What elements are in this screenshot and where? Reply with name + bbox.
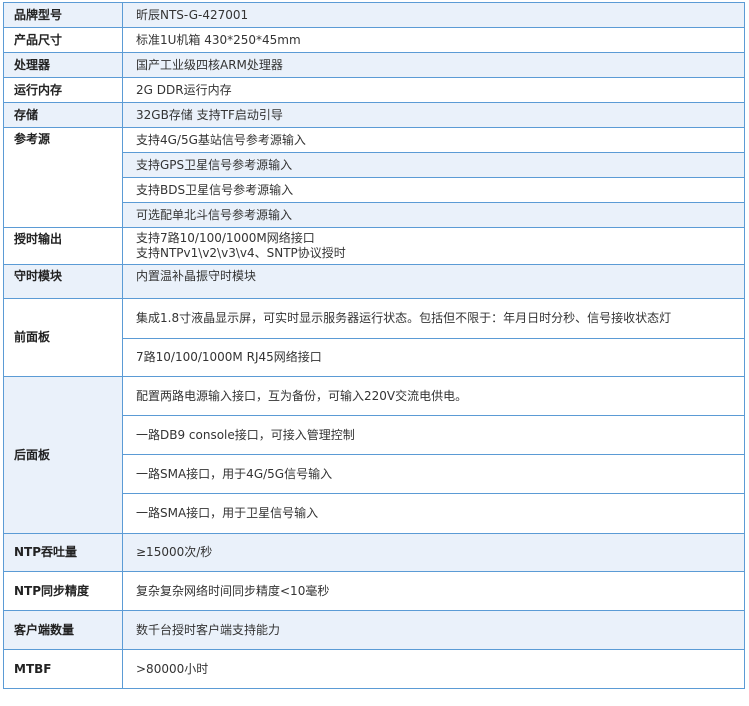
front-panel-item: 集成1.8寸液晶显示屏，可实时显示服务器运行状态。包括但不限于：年月日时分秒、信… xyxy=(122,298,745,339)
value-timing-output: 支持7路10/100/1000M网络接口 支持NTPv1\v2\v3\v4、SN… xyxy=(122,227,745,265)
label-rear-panel: 后面板 xyxy=(3,376,123,534)
row-cpu: 处理器 国产工业级四核ARM处理器 xyxy=(3,52,745,78)
value-clients: 数千台授时客户端支持能力 xyxy=(122,610,745,650)
front-panel-item: 7路10/100/1000M RJ45网络接口 xyxy=(122,338,745,377)
value-ntp-throughput: ≥15000次/秒 xyxy=(122,533,745,572)
reference-item: 可选配单北斗信号参考源输入 xyxy=(122,202,745,228)
value-cpu: 国产工业级四核ARM处理器 xyxy=(122,52,745,78)
value-holdover: 内置温补晶振守时模块 xyxy=(122,264,745,299)
value-mtbf: >80000小时 xyxy=(122,649,745,689)
label-model: 品牌型号 xyxy=(3,2,123,28)
rear-panel-item: 一路SMA接口，用于4G/5G信号输入 xyxy=(122,454,745,494)
label-front-panel: 前面板 xyxy=(3,298,123,377)
row-rear-panel: 后面板 配置两路电源输入接口，互为备份，可输入220V交流电供电。 xyxy=(3,376,745,534)
value-storage: 32GB存储 支持TF启动引导 xyxy=(122,102,745,128)
value-memory: 2G DDR运行内存 xyxy=(122,77,745,103)
rear-panel-item: 一路DB9 console接口，可接入管理控制 xyxy=(122,415,745,455)
row-ntp-precision: NTP同步精度 复杂复杂网络时间同步精度<10毫秒 xyxy=(3,571,745,611)
row-reference: 参考源 支持4G/5G基站信号参考源输入 xyxy=(3,127,745,228)
row-timing-output: 授时输出 支持7路10/100/1000M网络接口 支持NTPv1\v2\v3\… xyxy=(3,227,745,265)
row-storage: 存储 32GB存储 支持TF启动引导 xyxy=(3,102,745,128)
row-ntp-throughput: NTP吞吐量 ≥15000次/秒 xyxy=(3,533,745,572)
label-timing-output: 授时输出 xyxy=(3,227,123,265)
timing-output-line: 支持7路10/100/1000M网络接口 xyxy=(136,231,315,245)
reference-item: 支持BDS卫星信号参考源输入 xyxy=(122,177,745,203)
value-ntp-precision: 复杂复杂网络时间同步精度<10毫秒 xyxy=(122,571,745,611)
label-holdover: 守时模块 xyxy=(3,264,123,299)
value-size: 标准1U机箱 430*250*45mm xyxy=(122,27,745,53)
label-mtbf: MTBF xyxy=(3,649,123,689)
label-ntp-throughput: NTP吞吐量 xyxy=(3,533,123,572)
rear-panel-item: 一路SMA接口，用于卫星信号输入 xyxy=(122,493,745,534)
reference-item: 支持4G/5G基站信号参考源输入 xyxy=(122,127,745,153)
value-model: 昕辰NTS-G-427001 xyxy=(122,2,745,28)
spec-table: 品牌型号 昕辰NTS-G-427001 产品尺寸 标准1U机箱 430*250*… xyxy=(3,2,745,689)
label-reference: 参考源 xyxy=(3,127,123,228)
reference-item: 支持GPS卫星信号参考源输入 xyxy=(122,152,745,178)
label-size: 产品尺寸 xyxy=(3,27,123,53)
label-ntp-precision: NTP同步精度 xyxy=(3,571,123,611)
row-model: 品牌型号 昕辰NTS-G-427001 xyxy=(3,2,745,28)
label-cpu: 处理器 xyxy=(3,52,123,78)
row-size: 产品尺寸 标准1U机箱 430*250*45mm xyxy=(3,27,745,53)
label-storage: 存储 xyxy=(3,102,123,128)
row-front-panel: 前面板 集成1.8寸液晶显示屏，可实时显示服务器运行状态。包括但不限于：年月日时… xyxy=(3,298,745,377)
row-clients: 客户端数量 数千台授时客户端支持能力 xyxy=(3,610,745,650)
rear-panel-item: 配置两路电源输入接口，互为备份，可输入220V交流电供电。 xyxy=(122,376,745,416)
row-memory: 运行内存 2G DDR运行内存 xyxy=(3,77,745,103)
label-clients: 客户端数量 xyxy=(3,610,123,650)
row-holdover: 守时模块 内置温补晶振守时模块 xyxy=(3,264,745,299)
row-mtbf: MTBF >80000小时 xyxy=(3,649,745,689)
label-memory: 运行内存 xyxy=(3,77,123,103)
timing-output-line: 支持NTPv1\v2\v3\v4、SNTP协议授时 xyxy=(136,246,346,260)
